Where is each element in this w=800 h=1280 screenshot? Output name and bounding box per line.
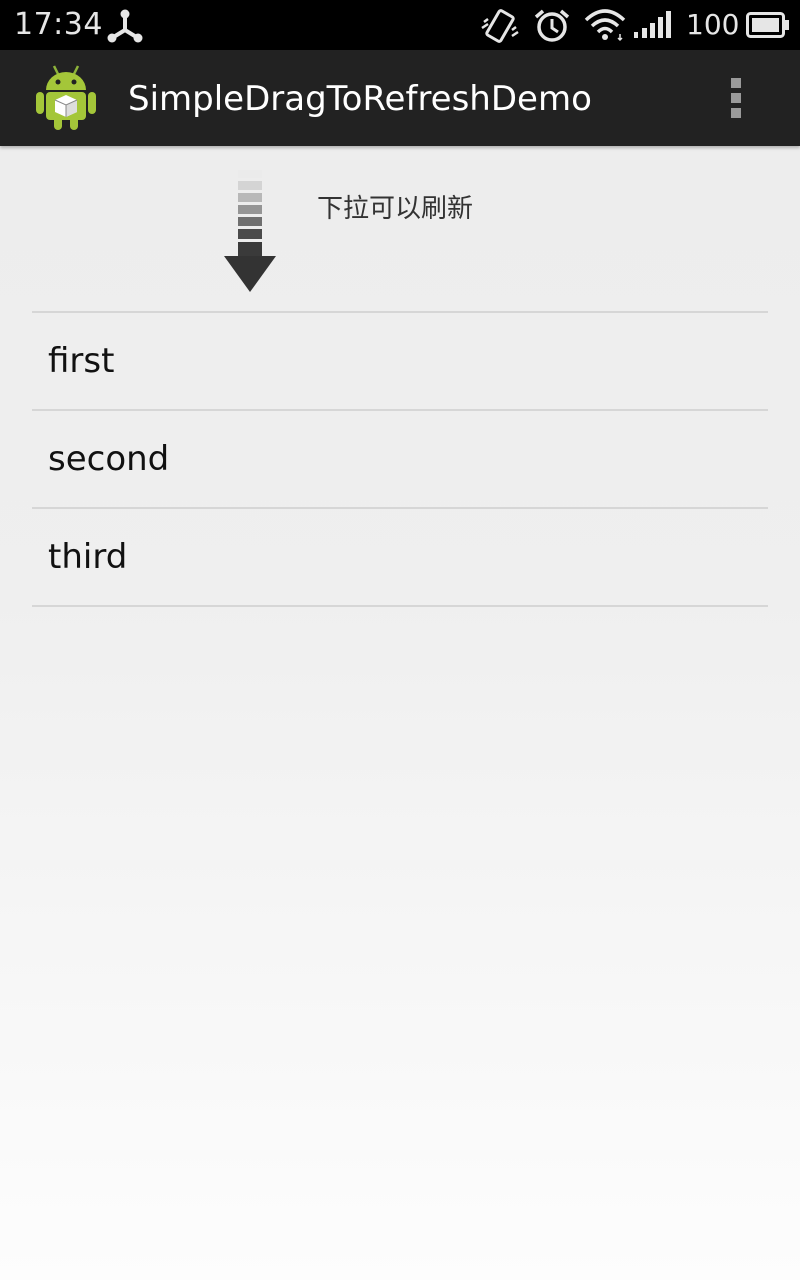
alarm-icon xyxy=(534,9,570,42)
vibrate-icon xyxy=(481,9,519,43)
signal-icon xyxy=(634,11,671,38)
action-bar: SimpleDragToRefreshDemo xyxy=(0,50,800,146)
status-bar: 17:34 100 xyxy=(0,0,800,50)
wifi-icon xyxy=(584,9,626,42)
app-title: SimpleDragToRefreshDemo xyxy=(128,79,592,119)
pull-to-refresh-header: 下拉可以刷新 xyxy=(0,146,800,312)
battery-icon xyxy=(746,12,789,38)
battery-level: 100 xyxy=(686,8,740,41)
android-icon[interactable] xyxy=(34,62,98,132)
status-time: 17:34 xyxy=(14,7,103,42)
pull-down-arrow-icon xyxy=(224,170,276,292)
item-list: first second third xyxy=(32,311,768,607)
usb-icon xyxy=(107,9,143,43)
overflow-menu-icon[interactable] xyxy=(716,72,756,124)
list-item[interactable]: third xyxy=(32,509,768,607)
pull-to-refresh-text: 下拉可以刷新 xyxy=(317,194,474,224)
list-item[interactable]: second xyxy=(32,411,768,509)
list-item[interactable]: first xyxy=(32,313,768,411)
